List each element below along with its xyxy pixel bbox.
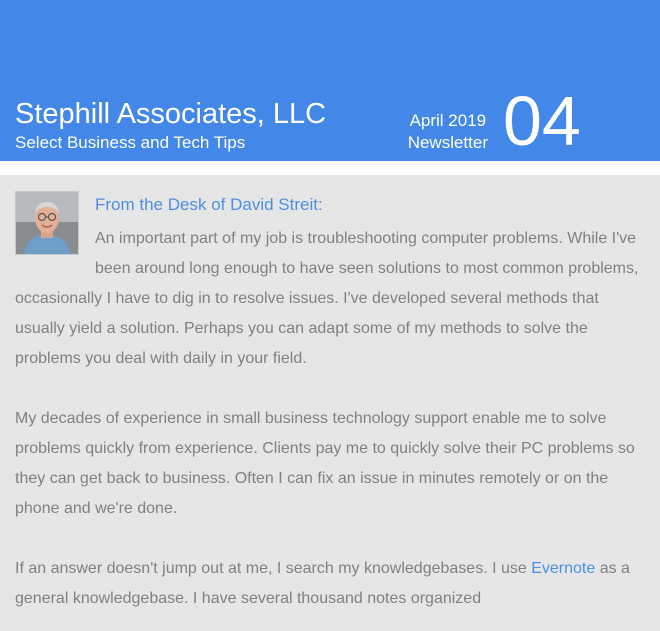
evernote-link[interactable]: Evernote xyxy=(531,560,595,577)
article-paragraph-1: An important part of my job is troublesh… xyxy=(15,230,639,367)
article-paragraph-2: My decades of experience in small busine… xyxy=(15,410,635,517)
issue-meta: April 2019 Newsletter xyxy=(408,110,488,154)
issue-date: April 2019 xyxy=(409,111,487,130)
article-paragraph-3: If an answer doesn't jump out at me, I s… xyxy=(15,554,646,614)
article-body: From the Desk of David Streit: An import… xyxy=(0,175,660,631)
header-divider xyxy=(0,161,660,175)
newsletter-header: Stephill Associates, LLC Select Business… xyxy=(0,0,660,161)
issue-number: 04 xyxy=(503,82,581,160)
author-photo xyxy=(15,191,79,255)
article-heading: From the Desk of David Streit: xyxy=(95,195,323,214)
issue-type: Newsletter xyxy=(407,133,488,152)
company-name: Stephill Associates, LLC xyxy=(15,98,327,130)
paragraph-3-text-start: If an answer doesn't jump out at me, I s… xyxy=(15,560,532,577)
company-tagline: Select Business and Tech Tips xyxy=(15,133,246,152)
